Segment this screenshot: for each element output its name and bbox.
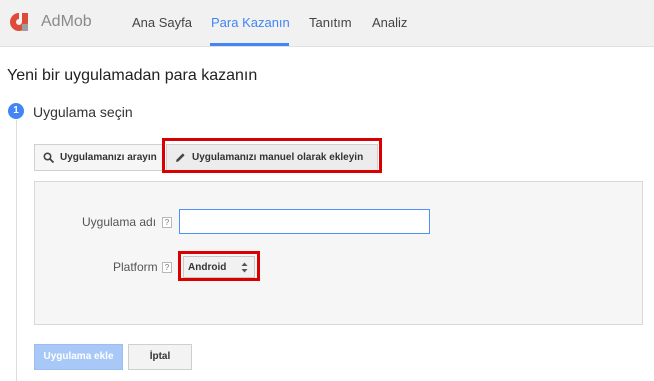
step-connector-line <box>16 120 17 381</box>
cancel-button[interactable]: İptal <box>128 344 192 370</box>
platform-selected-value: Android <box>188 261 227 273</box>
tab-ana-sayfa[interactable]: Ana Sayfa <box>132 15 192 30</box>
tab-tanitim[interactable]: Tanıtım <box>309 15 352 30</box>
add-app-manually-label: Uygulamanızı manuel olarak ekleyin <box>192 152 364 163</box>
app-name-help-icon[interactable]: ? <box>162 217 172 228</box>
step-number-badge: 1 <box>8 103 24 119</box>
admob-logo-icon[interactable] <box>8 11 30 33</box>
platform-label: Platform <box>113 260 158 274</box>
platform-help-icon[interactable]: ? <box>162 262 172 273</box>
search-app-button[interactable]: Uygulamanızı arayın <box>34 144 163 171</box>
platform-select[interactable]: Android <box>183 256 255 278</box>
add-app-manually-button[interactable]: Uygulamanızı manuel olarak ekleyin <box>166 144 378 171</box>
search-app-label: Uygulamanızı arayın <box>60 152 157 163</box>
app-name-label: Uygulama adı <box>82 215 157 229</box>
search-icon <box>43 152 54 163</box>
active-tab-indicator <box>210 43 289 46</box>
app-name-input[interactable] <box>179 209 430 234</box>
pencil-icon <box>176 153 185 162</box>
top-nav-bar: AdMob Ana Sayfa Para Kazanın Tanıtım Ana… <box>0 0 654 47</box>
add-app-button[interactable]: Uygulama ekle <box>34 344 123 370</box>
brand-name: AdMob <box>41 13 92 30</box>
tab-para-kazanin[interactable]: Para Kazanın <box>211 15 290 30</box>
page-title: Yeni bir uygulamadan para kazanın <box>7 67 258 84</box>
step-title: Uygulama seçin <box>33 104 133 120</box>
tab-analiz[interactable]: Analiz <box>372 15 407 30</box>
up-down-arrows-icon <box>241 262 248 273</box>
app-form-panel <box>34 181 643 325</box>
